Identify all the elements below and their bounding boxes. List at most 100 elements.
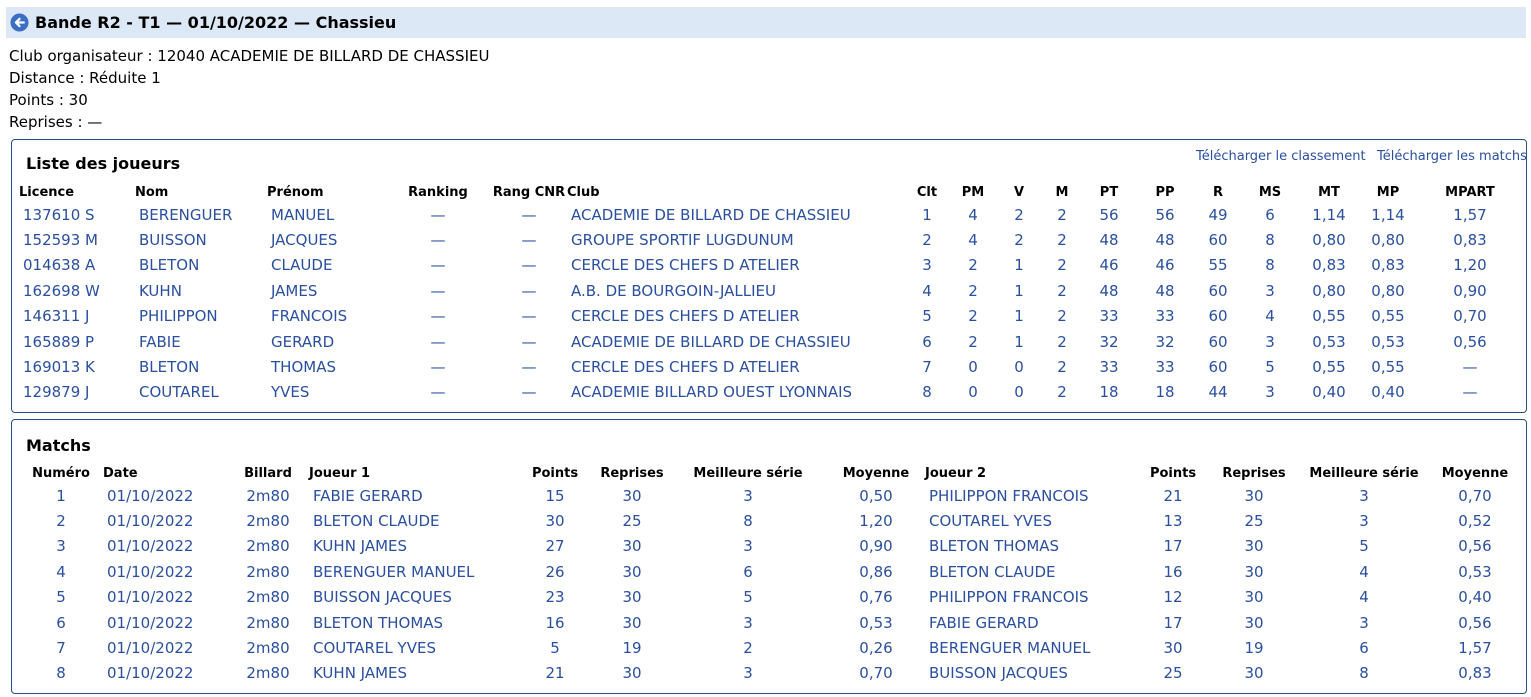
cell-nom[interactable]: BERENGUER xyxy=(135,202,267,227)
cell-joueur2: PHILIPPON FRANCOIS xyxy=(929,588,1089,607)
cell-moyenne1: 0,50 xyxy=(859,486,893,505)
cell-pm: 0 xyxy=(968,383,978,402)
players-col-mpart: MPART xyxy=(1445,184,1495,200)
cell-clt: 4 xyxy=(922,281,932,300)
matches-col-numero: Numéro xyxy=(32,465,90,481)
cell-points1: 27 xyxy=(545,537,565,556)
cell-nom[interactable]: BLETON xyxy=(135,253,267,278)
cell-licence[interactable]: 152593 M xyxy=(19,227,135,252)
cell-points2: 30 xyxy=(1163,639,1183,658)
cell-reprises1: 30 xyxy=(622,588,642,607)
cell-rang-cnr: — xyxy=(521,358,537,377)
info-club: Club organisateur : 12040 ACADEMIE DE BI… xyxy=(9,47,490,65)
cell-nom[interactable]: COUTAREL xyxy=(135,380,267,405)
matches-header-row: Numéro Date Billard Joueur 1 Points Reprises M… xyxy=(19,463,1521,483)
cell-billard: 2m80 xyxy=(246,664,290,683)
cell-club[interactable]: CERCLE DES CHEFS D ATELIER xyxy=(567,354,907,379)
cell-v: 1 xyxy=(1014,307,1024,326)
cell-v: 1 xyxy=(1014,256,1024,275)
cell-reprises2: 30 xyxy=(1244,562,1264,581)
cell-mp: 0,80 xyxy=(1371,231,1405,250)
cell-club[interactable]: CERCLE DES CHEFS D ATELIER xyxy=(567,253,907,278)
cell-moyenne1: 0,76 xyxy=(859,588,893,607)
cell-moyenne2: 0,40 xyxy=(1458,588,1492,607)
players-header-row: Licence Nom Prénom Ranking Rang CNR Club Clt PM… xyxy=(19,182,1521,202)
cell-moyenne1: 0,90 xyxy=(859,537,893,556)
cell-meilleure-serie1: 3 xyxy=(743,613,753,632)
cell-ranking: — xyxy=(430,281,446,300)
cell-pt: 46 xyxy=(1099,256,1119,275)
cell-club[interactable]: ACADEMIE DE BILLARD DE CHASSIEU xyxy=(567,329,907,354)
cell-club[interactable]: ACADEMIE DE BILLARD DE CHASSIEU xyxy=(567,202,907,227)
cell-prenom[interactable]: MANUEL xyxy=(267,202,385,227)
cell-club[interactable]: GROUPE SPORTIF LUGDUNUM xyxy=(567,227,907,252)
players-col-ranking: Ranking xyxy=(408,184,468,200)
cell-reprises1: 30 xyxy=(622,664,642,683)
players-col-m: M xyxy=(1055,184,1069,200)
download-ranking-link[interactable]: Télécharger le classement xyxy=(1196,149,1366,164)
cell-prenom[interactable]: GERARD xyxy=(267,329,385,354)
cell-reprises1: 19 xyxy=(622,639,642,658)
players-col-pm: PM xyxy=(961,184,985,200)
cell-date: 01/10/2022 xyxy=(107,486,194,505)
cell-licence[interactable]: 137610 S xyxy=(19,202,135,227)
cell-v: 2 xyxy=(1014,231,1024,250)
players-col-pp: PP xyxy=(1155,184,1175,200)
cell-v: 0 xyxy=(1014,383,1024,402)
cell-club[interactable]: ACADEMIE BILLARD OUEST LYONNAIS xyxy=(567,380,907,405)
cell-pm: 2 xyxy=(968,332,978,351)
matches-col-points1: Points xyxy=(531,465,579,481)
cell-nom[interactable]: BUISSON xyxy=(135,227,267,252)
cell-mt: 0,80 xyxy=(1312,231,1346,250)
cell-ms: 8 xyxy=(1265,256,1275,275)
cell-ranking: — xyxy=(430,256,446,275)
cell-joueur2: FABIE GERARD xyxy=(929,613,1039,632)
cell-clt: 8 xyxy=(922,383,932,402)
cell-licence[interactable]: 162698 W xyxy=(19,278,135,303)
cell-pt: 48 xyxy=(1099,281,1119,300)
cell-pp: 46 xyxy=(1155,256,1175,275)
cell-meilleure-serie2: 4 xyxy=(1359,588,1369,607)
cell-mp: 0,55 xyxy=(1371,307,1405,326)
player-row: 162698 W KUHN JAMES — — A.B. DE BOURGOIN-JALL… xyxy=(19,278,1521,303)
cell-prenom[interactable]: CLAUDE xyxy=(267,253,385,278)
cell-nom[interactable]: PHILIPPON xyxy=(135,304,267,329)
cell-prenom[interactable]: THOMAS xyxy=(267,354,385,379)
cell-club[interactable]: A.B. DE BOURGOIN-JALLIEU xyxy=(567,278,907,303)
cell-licence[interactable]: 014638 A xyxy=(19,253,135,278)
cell-prenom[interactable]: YVES xyxy=(267,380,385,405)
cell-pp: 33 xyxy=(1155,307,1175,326)
cell-prenom[interactable]: JAMES xyxy=(267,278,385,303)
matches-col-date: Date xyxy=(103,465,138,481)
cell-licence[interactable]: 129879 J xyxy=(19,380,135,405)
cell-nom[interactable]: FABIE xyxy=(135,329,267,354)
cell-rang-cnr: — xyxy=(521,256,537,275)
download-matches-link[interactable]: Télécharger les matchs xyxy=(1377,149,1527,164)
players-col-ms: MS xyxy=(1258,184,1282,200)
cell-mp: 0,55 xyxy=(1371,358,1405,377)
cell-club[interactable]: CERCLE DES CHEFS D ATELIER xyxy=(567,304,907,329)
cell-numero: 3 xyxy=(56,537,66,556)
cell-nom[interactable]: BLETON xyxy=(135,354,267,379)
cell-numero: 5 xyxy=(56,588,66,607)
players-col-pt: PT xyxy=(1099,184,1119,200)
cell-licence[interactable]: 146311 J xyxy=(19,304,135,329)
cell-prenom[interactable]: FRANCOIS xyxy=(267,304,385,329)
cell-reprises2: 30 xyxy=(1244,537,1264,556)
cell-nom[interactable]: KUHN xyxy=(135,278,267,303)
cell-mpart: 0,70 xyxy=(1453,307,1487,326)
cell-rang-cnr: — xyxy=(521,205,537,224)
cell-ranking: — xyxy=(430,307,446,326)
cell-points1: 5 xyxy=(550,639,560,658)
cell-ms: 3 xyxy=(1265,332,1275,351)
players-table: Licence Nom Prénom Ranking Rang CNR Club Clt PM… xyxy=(19,182,1521,405)
cell-reprises1: 25 xyxy=(622,512,642,531)
cell-licence[interactable]: 165889 P xyxy=(19,329,135,354)
cell-prenom[interactable]: JACQUES xyxy=(267,227,385,252)
cell-joueur1: FABIE GERARD xyxy=(313,486,423,505)
cell-moyenne1: 0,70 xyxy=(859,664,893,683)
cell-moyenne2: 0,70 xyxy=(1458,486,1492,505)
back-arrow-icon[interactable] xyxy=(10,13,29,32)
cell-pm: 4 xyxy=(968,205,978,224)
cell-licence[interactable]: 169013 K xyxy=(19,354,135,379)
